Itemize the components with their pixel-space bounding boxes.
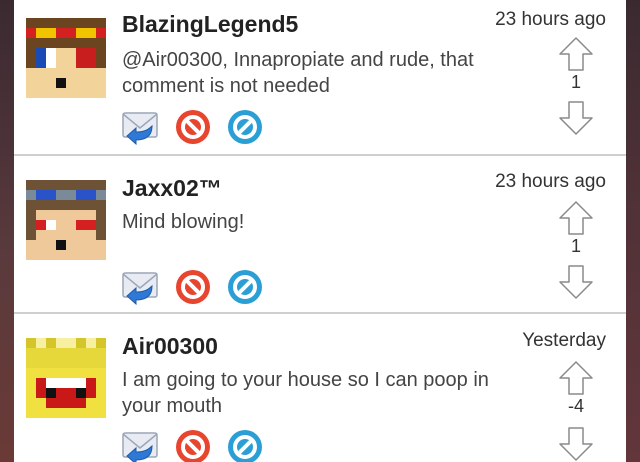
upvote-arrow-icon[interactable]	[558, 360, 594, 396]
report-no-icon[interactable]	[174, 428, 212, 462]
timestamp: 23 hours ago	[495, 171, 606, 192]
downvote-arrow-icon[interactable]	[558, 426, 594, 462]
vote-control: 1	[554, 36, 598, 136]
upvote-arrow-icon[interactable]	[558, 36, 594, 72]
downvote-arrow-icon[interactable]	[558, 100, 594, 136]
vote-control: -4	[554, 360, 598, 462]
timestamp: 23 hours ago	[495, 9, 606, 30]
reply-envelope-icon[interactable]	[122, 428, 160, 462]
comment-item: Jaxx02™ 23 hours ago Mind blowing! 1	[14, 156, 626, 312]
comment-text: Mind blowing!	[122, 211, 245, 233]
report-no-icon[interactable]	[174, 108, 212, 146]
avatar[interactable]	[26, 18, 106, 98]
block-icon[interactable]	[226, 428, 264, 462]
comments-list: BlazingLegend5 23 hours ago @Air00300, I…	[14, 0, 626, 462]
background-edge-left	[0, 0, 14, 462]
background-edge-right	[626, 0, 640, 462]
vote-score: 1	[570, 236, 581, 256]
comment-item: Air00300 Yesterday I am going to your ho…	[14, 314, 626, 462]
block-icon[interactable]	[226, 108, 264, 146]
comment-text: @Air00300, Innapropiate and rude, that c…	[122, 49, 474, 97]
username[interactable]: Jaxx02™	[122, 175, 222, 202]
reply-envelope-icon[interactable]	[122, 268, 160, 306]
vote-score: 1	[570, 72, 581, 92]
upvote-arrow-icon[interactable]	[558, 200, 594, 236]
reply-envelope-icon[interactable]	[122, 108, 160, 146]
username[interactable]: BlazingLegend5	[122, 11, 298, 38]
downvote-arrow-icon[interactable]	[558, 264, 594, 300]
vote-control: 1	[554, 200, 598, 300]
username[interactable]: Air00300	[122, 333, 218, 360]
avatar[interactable]	[26, 180, 106, 260]
avatar[interactable]	[26, 338, 106, 418]
comment-text: I am going to your house so I can poop i…	[122, 369, 489, 417]
timestamp: Yesterday	[522, 330, 606, 351]
vote-score: -4	[567, 396, 584, 416]
comment-item: BlazingLegend5 23 hours ago @Air00300, I…	[14, 0, 626, 154]
block-icon[interactable]	[226, 268, 264, 306]
report-no-icon[interactable]	[174, 268, 212, 306]
